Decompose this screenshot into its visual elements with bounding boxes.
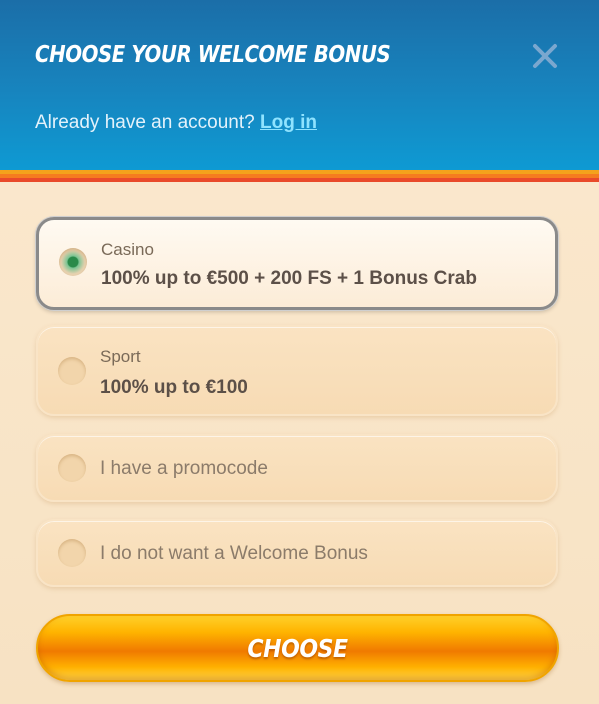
page-title: CHOOSE YOUR WELCOME BONUS xyxy=(35,42,391,68)
radio-icon[interactable] xyxy=(58,357,86,385)
choose-button[interactable]: CHOOSE xyxy=(36,614,559,682)
option-label: Casino xyxy=(101,240,154,259)
bonus-option-none[interactable]: I do not want a Welcome Bonus xyxy=(36,519,558,587)
account-prompt-text: Already have an account? xyxy=(35,112,255,133)
option-value: 100% up to €500 + 200 FS + 1 Bonus Crab xyxy=(101,268,477,289)
option-label: I do not want a Welcome Bonus xyxy=(100,543,368,564)
close-icon[interactable] xyxy=(529,40,561,72)
radio-icon[interactable] xyxy=(58,454,86,482)
option-value: 100% up to €100 xyxy=(100,377,248,398)
login-link[interactable]: Log in xyxy=(260,112,317,133)
choose-button-label: CHOOSE xyxy=(247,634,348,663)
radio-selected-icon[interactable] xyxy=(59,248,87,276)
bonus-option-promocode[interactable]: I have a promocode xyxy=(36,434,558,502)
header-stripes xyxy=(0,170,599,182)
option-label: Sport xyxy=(100,347,141,366)
header: CHOOSE YOUR WELCOME BONUS Already have a… xyxy=(0,0,599,170)
bonus-option-sport[interactable]: Sport 100% up to €100 xyxy=(36,325,558,416)
bonus-option-casino[interactable]: Casino 100% up to €500 + 200 FS + 1 Bonu… xyxy=(36,217,558,310)
option-label: I have a promocode xyxy=(100,458,268,479)
radio-icon[interactable] xyxy=(58,539,86,567)
login-prompt: Already have an account? Log in xyxy=(35,112,317,134)
